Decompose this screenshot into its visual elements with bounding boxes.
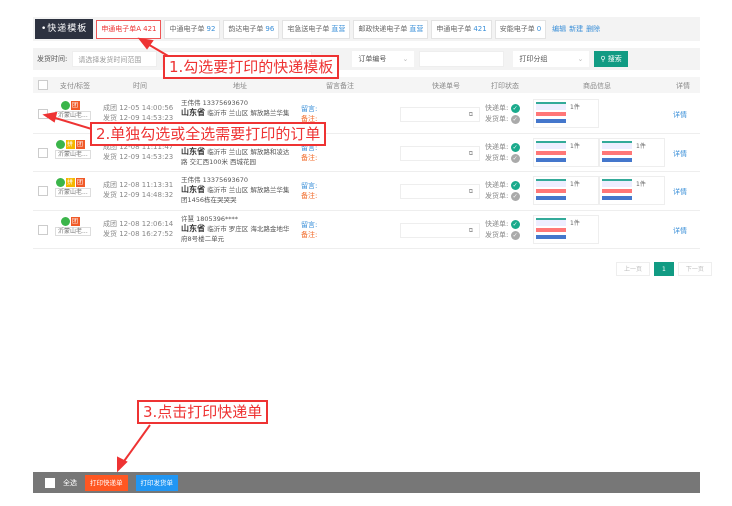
annotation-step2: 2.单独勾选或全选需要打印的订单 [90,122,327,146]
annotation-step3: 3.点击打印快递单 [137,400,269,424]
annotation-step1: 1.勾选要打印的快递模板 [163,55,340,79]
annotation-arrows [42,37,176,473]
